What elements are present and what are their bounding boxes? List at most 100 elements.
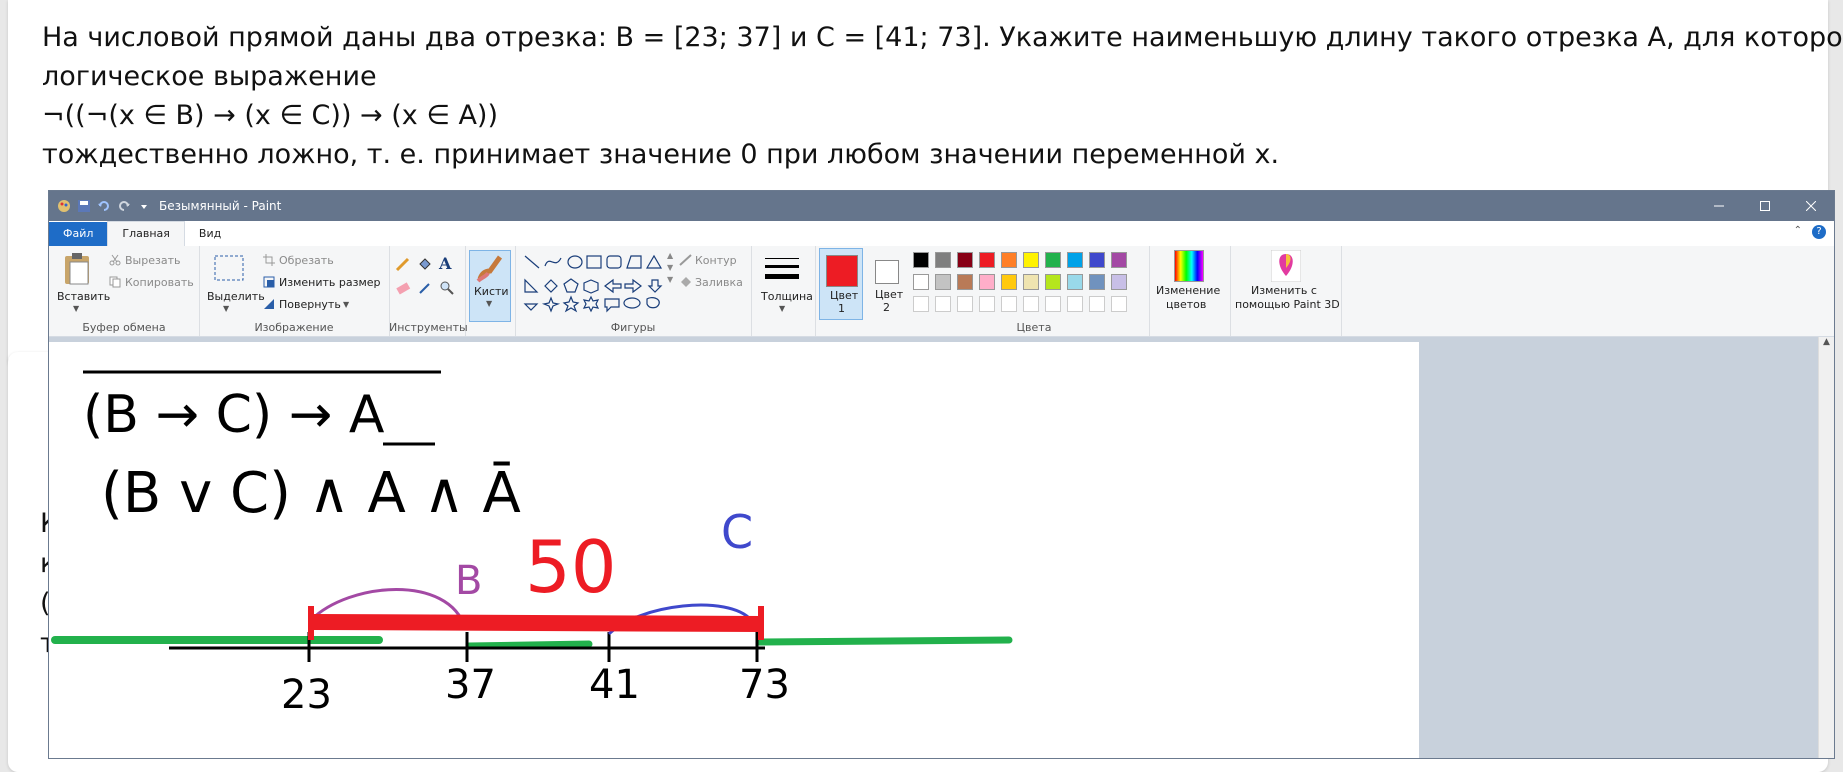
undo-icon[interactable] bbox=[97, 199, 111, 213]
palette-empty-swatch[interactable] bbox=[957, 296, 973, 312]
palette-empty-swatch[interactable] bbox=[1001, 296, 1017, 312]
palette-empty-swatch[interactable] bbox=[979, 296, 995, 312]
size-button[interactable]: Толщина bbox=[761, 290, 813, 303]
help-icon[interactable]: ? bbox=[1812, 225, 1826, 239]
palette-color-swatch[interactable] bbox=[1023, 274, 1039, 290]
paint3d-line2[interactable]: помощью Paint 3D bbox=[1235, 298, 1340, 311]
tab-home[interactable]: Главная bbox=[107, 221, 185, 246]
copy-icon bbox=[109, 276, 121, 288]
redo-icon[interactable] bbox=[117, 199, 131, 213]
crop-button[interactable]: Обрезать bbox=[279, 254, 334, 267]
palette-color-swatch[interactable] bbox=[1067, 274, 1083, 290]
label-50: 50 bbox=[525, 525, 617, 609]
tab-file[interactable]: Файл bbox=[49, 222, 108, 246]
edit-colors-icon[interactable] bbox=[1174, 250, 1204, 282]
select-dropdown-icon[interactable]: ▼ bbox=[223, 304, 229, 313]
paint3d-line1[interactable]: Изменить с bbox=[1251, 284, 1317, 297]
pencil-icon[interactable] bbox=[395, 256, 411, 272]
palette-color-swatch[interactable] bbox=[979, 274, 995, 290]
resize-button[interactable]: Изменить размер bbox=[279, 276, 381, 289]
quick-access-toolbar bbox=[49, 191, 151, 221]
palette-color-swatch[interactable] bbox=[935, 274, 951, 290]
task-formula: ¬((¬(x ∈ B) → (x ∈ C)) → (x ∈ A)) bbox=[42, 100, 498, 131]
palette-color-swatch[interactable] bbox=[1067, 252, 1083, 268]
palette-color-swatch[interactable] bbox=[957, 274, 973, 290]
shapes-scroll-icon[interactable]: ▲ ▼ ▼ bbox=[667, 250, 673, 286]
tools-group-label: Инструменты bbox=[389, 321, 468, 334]
palette-color-swatch[interactable] bbox=[1089, 274, 1105, 290]
palette-color-swatch[interactable] bbox=[1023, 252, 1039, 268]
group-size: Толщина ▼ bbox=[751, 246, 816, 336]
color2-swatch bbox=[875, 260, 899, 284]
window-title: Безымянный - Paint bbox=[159, 199, 282, 213]
outline-icon bbox=[679, 254, 692, 266]
outline-button[interactable]: Контур bbox=[695, 254, 737, 267]
image-group-label: Изображение bbox=[254, 321, 334, 334]
palette-color-swatch[interactable] bbox=[913, 274, 929, 290]
palette-empty-swatch[interactable] bbox=[1067, 296, 1083, 312]
palette-color-swatch[interactable] bbox=[1089, 252, 1105, 268]
color1-button[interactable]: Цвет 1 bbox=[819, 248, 863, 320]
palette-empty-swatch[interactable] bbox=[1023, 296, 1039, 312]
paste-button[interactable]: Вставить bbox=[57, 290, 110, 303]
color2-button[interactable]: Цвет 2 bbox=[865, 248, 907, 318]
vertical-scrollbar[interactable]: ▲ bbox=[1818, 337, 1834, 758]
palette-empty-swatch[interactable] bbox=[1045, 296, 1061, 312]
title-bar: Безымянный - Paint bbox=[49, 191, 1834, 221]
select-icon bbox=[214, 255, 244, 281]
scroll-up-icon[interactable]: ▲ bbox=[1819, 337, 1834, 352]
edit-colors-line1[interactable]: Изменение bbox=[1156, 284, 1220, 297]
paste-dropdown-icon[interactable]: ▼ bbox=[73, 304, 79, 313]
maximize-button[interactable] bbox=[1742, 191, 1788, 221]
close-button[interactable] bbox=[1788, 191, 1834, 221]
tab-view[interactable]: Вид bbox=[185, 222, 235, 246]
green-segment-middle bbox=[465, 640, 593, 650]
palette-color-swatch[interactable] bbox=[957, 252, 973, 268]
palette-color-swatch[interactable] bbox=[1045, 252, 1061, 268]
palette-color-swatch[interactable] bbox=[1001, 274, 1017, 290]
palette-color-swatch[interactable] bbox=[1111, 274, 1127, 290]
magnifier-icon[interactable] bbox=[439, 280, 455, 296]
color-picker-icon[interactable] bbox=[417, 280, 433, 296]
palette-color-swatch[interactable] bbox=[935, 252, 951, 268]
select-button[interactable]: Выделить bbox=[207, 290, 265, 303]
shapes-group-label: Фигуры bbox=[610, 321, 656, 334]
brushes-button[interactable]: Кисти ▼ bbox=[469, 250, 511, 322]
size-dropdown-icon[interactable]: ▼ bbox=[779, 304, 785, 313]
collapse-ribbon-icon[interactable]: ⌃ bbox=[1794, 225, 1802, 239]
clipboard-group-label: Буфер обмена bbox=[82, 321, 166, 334]
minimize-icon bbox=[1714, 205, 1724, 207]
green-ray-right bbox=[755, 636, 1013, 646]
eraser-icon[interactable] bbox=[395, 280, 411, 296]
fill-button[interactable]: Заливка bbox=[695, 276, 743, 289]
cut-button[interactable]: Вырезать bbox=[125, 254, 180, 267]
rotate-dropdown-icon[interactable]: ▼ bbox=[343, 300, 349, 309]
tick-label-41: 41 bbox=[589, 662, 640, 708]
task-line-1: На числовой прямой даны два отрезка: B =… bbox=[42, 22, 1843, 53]
save-icon[interactable] bbox=[77, 199, 91, 213]
shapes-gallery[interactable] bbox=[521, 252, 669, 314]
palette-empty-swatch[interactable] bbox=[1111, 296, 1127, 312]
rotate-button[interactable]: Повернуть bbox=[279, 298, 341, 311]
text-tool-icon[interactable]: A bbox=[439, 254, 451, 273]
customize-toolbar-icon[interactable] bbox=[137, 199, 151, 213]
paint3d-icon[interactable] bbox=[1271, 250, 1301, 282]
group-edit-colors: Изменение цветов bbox=[1149, 246, 1231, 336]
palette-color-swatch[interactable] bbox=[1045, 274, 1061, 290]
color-palette bbox=[913, 252, 1153, 322]
maximize-icon bbox=[1760, 201, 1770, 211]
palette-color-swatch[interactable] bbox=[913, 252, 929, 268]
palette-empty-swatch[interactable] bbox=[913, 296, 929, 312]
copy-button[interactable]: Копировать bbox=[125, 276, 194, 289]
palette-color-swatch[interactable] bbox=[1111, 252, 1127, 268]
label-c: C bbox=[721, 505, 753, 559]
edit-colors-line2[interactable]: цветов bbox=[1166, 298, 1206, 311]
minimize-button[interactable] bbox=[1696, 191, 1742, 221]
palette-empty-swatch[interactable] bbox=[935, 296, 951, 312]
fill-bucket-icon[interactable] bbox=[417, 256, 433, 272]
palette-empty-swatch[interactable] bbox=[1089, 296, 1105, 312]
paint-app-icon[interactable] bbox=[57, 199, 71, 213]
drawing-canvas[interactable]: (B → C) → A (B v C) ∧ A ∧ Ā B C 50 23 37… bbox=[49, 342, 1419, 758]
palette-color-swatch[interactable] bbox=[1001, 252, 1017, 268]
palette-color-swatch[interactable] bbox=[979, 252, 995, 268]
